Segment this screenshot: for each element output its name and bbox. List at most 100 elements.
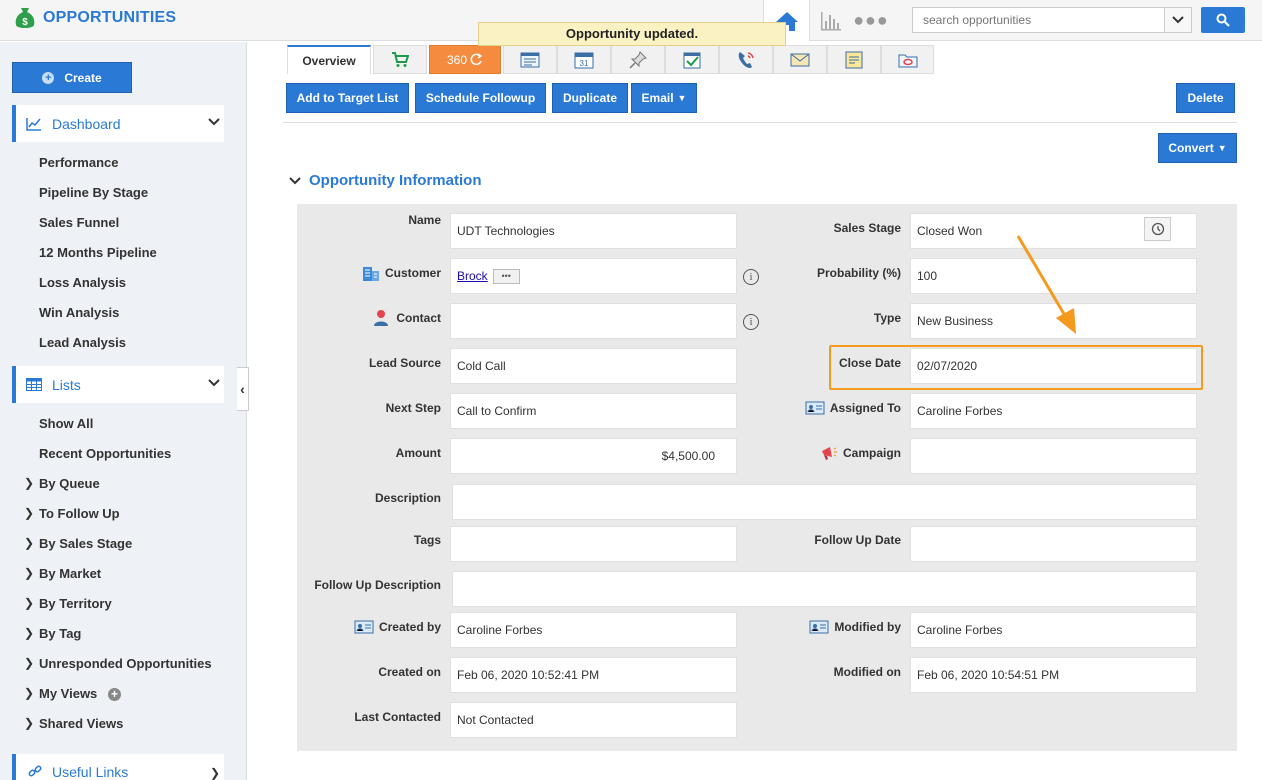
assigned-to-label-text: Assigned To (829, 401, 901, 415)
tab-cart[interactable] (373, 45, 427, 74)
search-filter-dropdown[interactable] (1164, 8, 1191, 32)
sidebar-item-to-follow-up[interactable]: To Follow Up (39, 506, 120, 521)
chevron-right-icon: ❯ (209, 766, 220, 780)
next-step-field[interactable]: Call to Confirm (450, 393, 737, 429)
customer-info-icon[interactable]: i (743, 269, 759, 285)
sidebar-item-12-months-pipeline[interactable]: 12 Months Pipeline (39, 245, 157, 260)
description-field[interactable] (452, 484, 1197, 520)
sidebar-item-loss-analysis[interactable]: Loss Analysis (39, 275, 126, 290)
sales-stage-label-text: Sales Stage (833, 221, 901, 235)
reports-button[interactable] (810, 0, 852, 41)
contact-info-icon[interactable]: i (743, 314, 759, 330)
amount-field[interactable]: $4,500.00 (450, 438, 737, 474)
sidebar-item-pipeline-by-stage[interactable]: Pipeline By Stage (39, 185, 148, 200)
next-step-label-text: Next Step (385, 401, 441, 415)
sidebar-item-shared-views[interactable]: Shared Views (39, 716, 123, 731)
create-button[interactable]: + Create (12, 62, 132, 93)
follow-up-date-label-text: Follow Up Date (814, 533, 901, 547)
follow-up-date-field[interactable] (910, 526, 1197, 562)
sidebar-item-recent-opportunities[interactable]: Recent Opportunities (39, 446, 171, 461)
campaign-label-text: Campaign (842, 446, 901, 460)
chevron-down-icon (289, 176, 301, 184)
chevron-right-icon[interactable]: ❯ (24, 656, 34, 670)
sidebar-item-unresponded-opportunities[interactable]: Unresponded Opportunities (39, 656, 212, 671)
tab-notes[interactable] (827, 45, 881, 74)
stage-history-button[interactable] (1144, 217, 1171, 241)
tab-overview[interactable]: Overview (287, 45, 371, 74)
email-dropdown-button[interactable]: Email ▼ (631, 83, 697, 113)
tab-attachments[interactable] (881, 45, 934, 74)
follow-up-description-field[interactable] (452, 571, 1197, 607)
contact-field[interactable] (450, 303, 737, 339)
svg-text:$: $ (22, 17, 28, 28)
tab-tasks[interactable] (665, 45, 719, 74)
sidebar-item-by-tag[interactable]: By Tag (39, 626, 81, 641)
customer-link[interactable]: Brock (457, 269, 488, 283)
building-icon (362, 267, 379, 281)
bar-chart-icon (821, 11, 841, 30)
created-by-label: Created by (300, 618, 441, 636)
duplicate-button[interactable]: Duplicate (552, 83, 628, 113)
tab-calendar[interactable]: 31 (557, 45, 611, 74)
convert-dropdown-button[interactable]: Convert ▼ (1158, 133, 1237, 163)
sidebar-dashboard-header[interactable]: Dashboard (12, 105, 224, 142)
campaign-field[interactable] (910, 438, 1197, 474)
sidebar-item-sales-funnel[interactable]: Sales Funnel (39, 215, 119, 230)
follow-up-description-label: Follow Up Description (300, 577, 441, 593)
amount-label-text: Amount (395, 446, 441, 460)
assigned-to-field[interactable]: Caroline Forbes (910, 393, 1197, 429)
lead-source-field[interactable]: Cold Call (450, 348, 737, 384)
sidebar-item-performance[interactable]: Performance (39, 155, 118, 170)
tab-calls[interactable] (719, 45, 773, 74)
follow-up-date-label: Follow Up Date (760, 532, 901, 548)
chevron-right-icon[interactable]: ❯ (24, 506, 34, 520)
section-header[interactable]: Opportunity Information (289, 172, 481, 189)
tab-overview-label: Overview (302, 53, 356, 68)
tab-pin[interactable] (611, 45, 665, 74)
collapse-sidebar-button[interactable]: ‹ (237, 367, 249, 411)
add-view-icon[interactable]: + (108, 688, 121, 701)
follow-up-description-label-text: Follow Up Description (314, 578, 441, 592)
chevron-right-icon[interactable]: ❯ (24, 536, 34, 550)
sidebar-item-lead-analysis[interactable]: Lead Analysis (39, 335, 126, 350)
chevron-right-icon[interactable]: ❯ (24, 566, 34, 580)
name-field[interactable]: UDT Technologies (450, 213, 737, 249)
sidebar-lists-header[interactable]: Lists (12, 366, 224, 403)
megaphone-icon (821, 447, 837, 460)
id-card-icon (805, 401, 825, 415)
sidebar-item-by-sales-stage[interactable]: By Sales Stage (39, 536, 132, 551)
chevron-right-icon[interactable]: ❯ (24, 716, 34, 730)
line-chart-icon (26, 117, 41, 131)
assigned-to-label: Assigned To (760, 399, 901, 417)
sidebar-item-by-territory[interactable]: By Territory (39, 596, 112, 611)
add-to-target-list-button[interactable]: Add to Target List (286, 83, 409, 113)
tab-email[interactable] (773, 45, 827, 74)
sidebar-item-by-market[interactable]: By Market (39, 566, 101, 581)
schedule-followup-button[interactable]: Schedule Followup (415, 83, 546, 113)
sidebar-item-by-queue[interactable]: By Queue (39, 476, 100, 491)
sidebar: + Create Dashboard Performance Pipeline … (0, 42, 247, 780)
sidebar-item-my-views[interactable]: My Views (39, 686, 97, 701)
tab-360[interactable]: 360 (429, 45, 501, 74)
modified-by-field: Caroline Forbes (910, 612, 1197, 648)
sidebar-useful-links-header[interactable]: Useful Links ❯ (12, 754, 224, 780)
sidebar-item-show-all[interactable]: Show All (39, 416, 93, 431)
customer-more-button[interactable]: ••• (492, 268, 520, 284)
chevron-right-icon[interactable]: ❯ (24, 686, 34, 700)
search-input[interactable] (913, 8, 1165, 32)
lists-label: Lists (52, 376, 81, 393)
chevron-right-icon[interactable]: ❯ (24, 626, 34, 640)
delete-button[interactable]: Delete (1176, 83, 1235, 113)
sidebar-item-win-analysis[interactable]: Win Analysis (39, 305, 119, 320)
email-button-label: Email (641, 91, 674, 105)
more-button[interactable]: ●●● (852, 0, 890, 41)
search-button[interactable] (1201, 7, 1245, 33)
sales-stage-label: Sales Stage (760, 220, 901, 236)
tags-field[interactable] (450, 526, 737, 562)
chevron-right-icon[interactable]: ❯ (24, 476, 34, 490)
modified-on-label-text: Modified on (833, 665, 901, 679)
customer-label: Customer (300, 264, 441, 282)
tags-label: Tags (300, 532, 441, 548)
tab-details[interactable] (503, 45, 557, 74)
chevron-right-icon[interactable]: ❯ (24, 596, 34, 610)
